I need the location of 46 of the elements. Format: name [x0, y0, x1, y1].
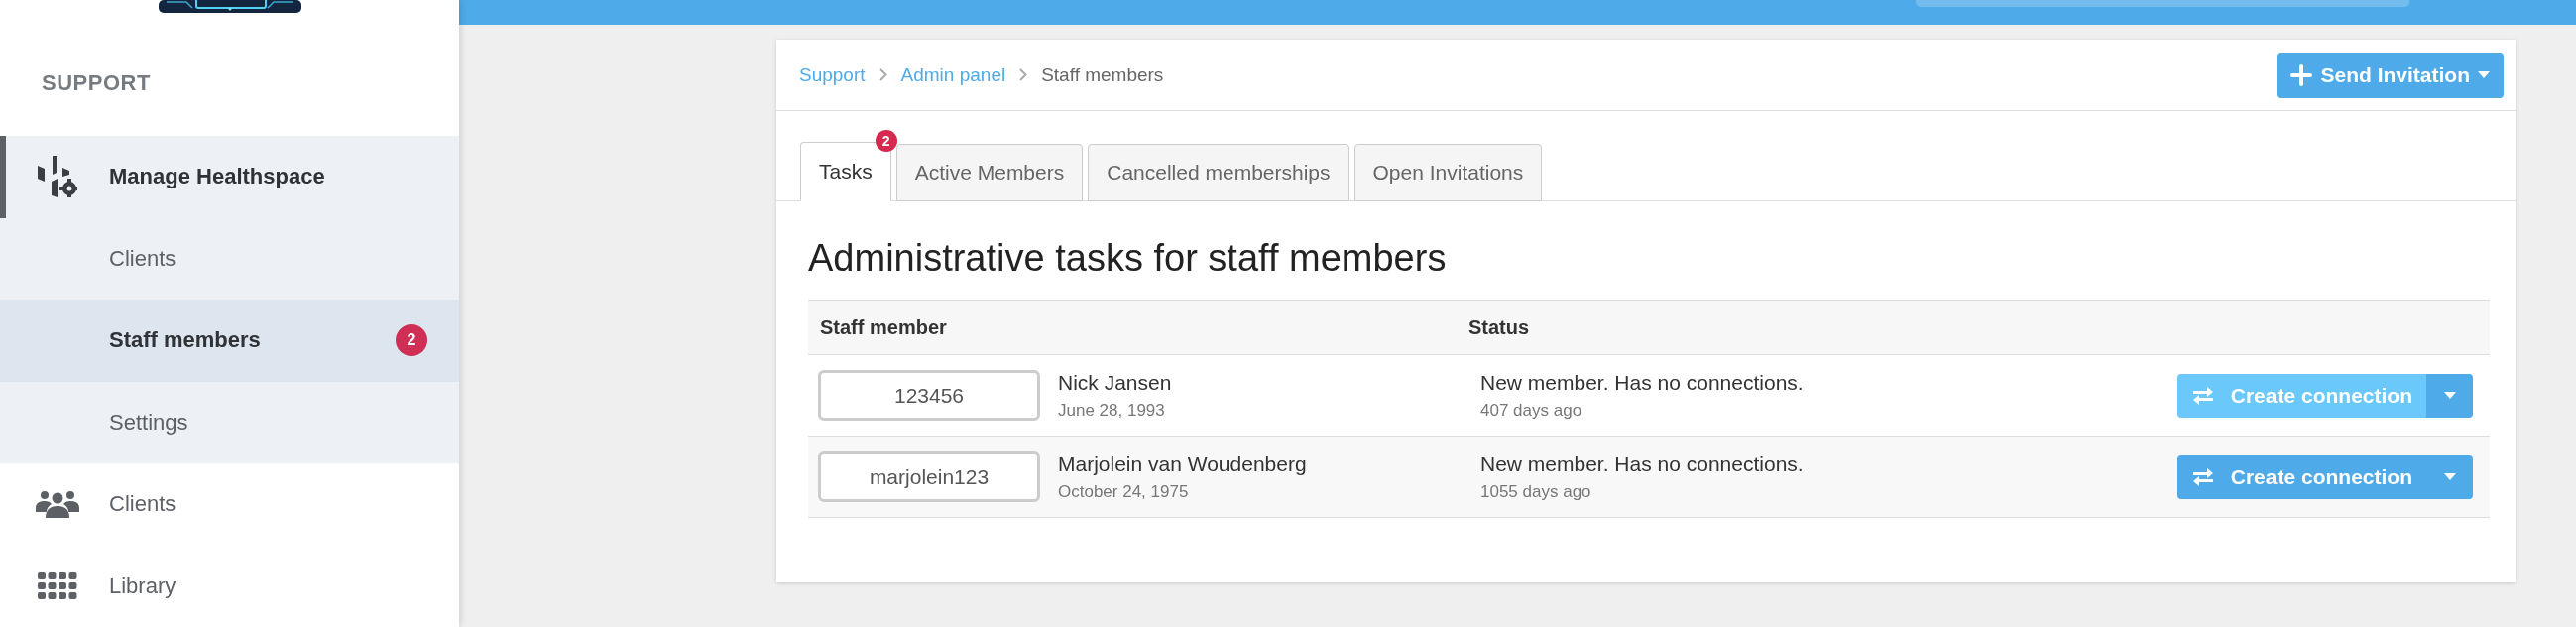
column-header: Staff member	[819, 315, 948, 339]
chevron-icon	[1019, 68, 1028, 81]
sidebar-item-label: Clients	[109, 491, 177, 518]
tab[interactable]: Open Invitations	[1353, 144, 1543, 201]
sidebar-item[interactable]: Library	[0, 545, 459, 627]
sidebar-item-label: Settings	[109, 409, 189, 436]
section-heading: SUPPORT	[41, 69, 152, 98]
dropdown-toggle[interactable]	[2426, 373, 2473, 418]
sidebar-subitem[interactable]: Settings	[0, 381, 459, 464]
status-text: New member. Has no connections.	[1480, 451, 1805, 476]
sidebar-item-label: Staff members	[109, 327, 262, 354]
count-badge: 2	[875, 130, 897, 152]
elapsed-time: 407 days ago	[1480, 400, 1583, 421]
birth-date: June 28, 1993	[1058, 400, 1166, 421]
member-name: Marjolein van Woudenberg	[1058, 451, 1307, 476]
caret-icon	[2443, 392, 2456, 399]
swap-arrows-icon	[2192, 386, 2213, 405]
users-icon	[36, 490, 79, 519]
grid-icon	[38, 571, 77, 600]
tab[interactable]: Cancelled memberships	[1088, 144, 1349, 201]
tab[interactable]: Active Members	[895, 144, 1084, 201]
sidebar-subitem[interactable]: Staff members 2	[0, 300, 459, 382]
member-name: Nick Jansen	[1058, 370, 1172, 395]
sidebar-subitem[interactable]: Clients	[0, 217, 459, 301]
member-id-field[interactable]: 123456	[818, 370, 1040, 421]
status-text: New member. Has no connections.	[1480, 370, 1805, 395]
member-id-field[interactable]: marjolein123	[818, 451, 1040, 502]
count-badge: 2	[396, 324, 427, 357]
chevron-icon	[878, 68, 887, 81]
caret-icon	[2478, 71, 2490, 78]
column-header: Status	[1467, 315, 1530, 339]
elapsed-time: 1055 days ago	[1480, 481, 1592, 502]
page-heading: Administrative tasks for staff members	[808, 237, 1448, 280]
dropdown-toggle[interactable]	[2426, 454, 2473, 499]
swap-arrows-icon	[2192, 467, 2213, 486]
sidebar-item-label: Library	[109, 572, 177, 599]
sidebar-item-label: Clients	[109, 245, 177, 272]
plus-icon	[2290, 63, 2313, 86]
breadcrumb-text: Staff members	[1041, 63, 1164, 86]
sidebar-item-label: Manage Healthspace	[109, 164, 326, 190]
search-field[interactable]	[1916, 0, 2409, 7]
blocks-gear-icon	[38, 156, 77, 198]
sidebar-item[interactable]: Manage Healthspace	[0, 136, 459, 218]
sidebar-item[interactable]: Clients	[0, 463, 459, 546]
caret-icon	[2443, 473, 2456, 480]
birth-date: October 24, 1975	[1058, 481, 1190, 502]
